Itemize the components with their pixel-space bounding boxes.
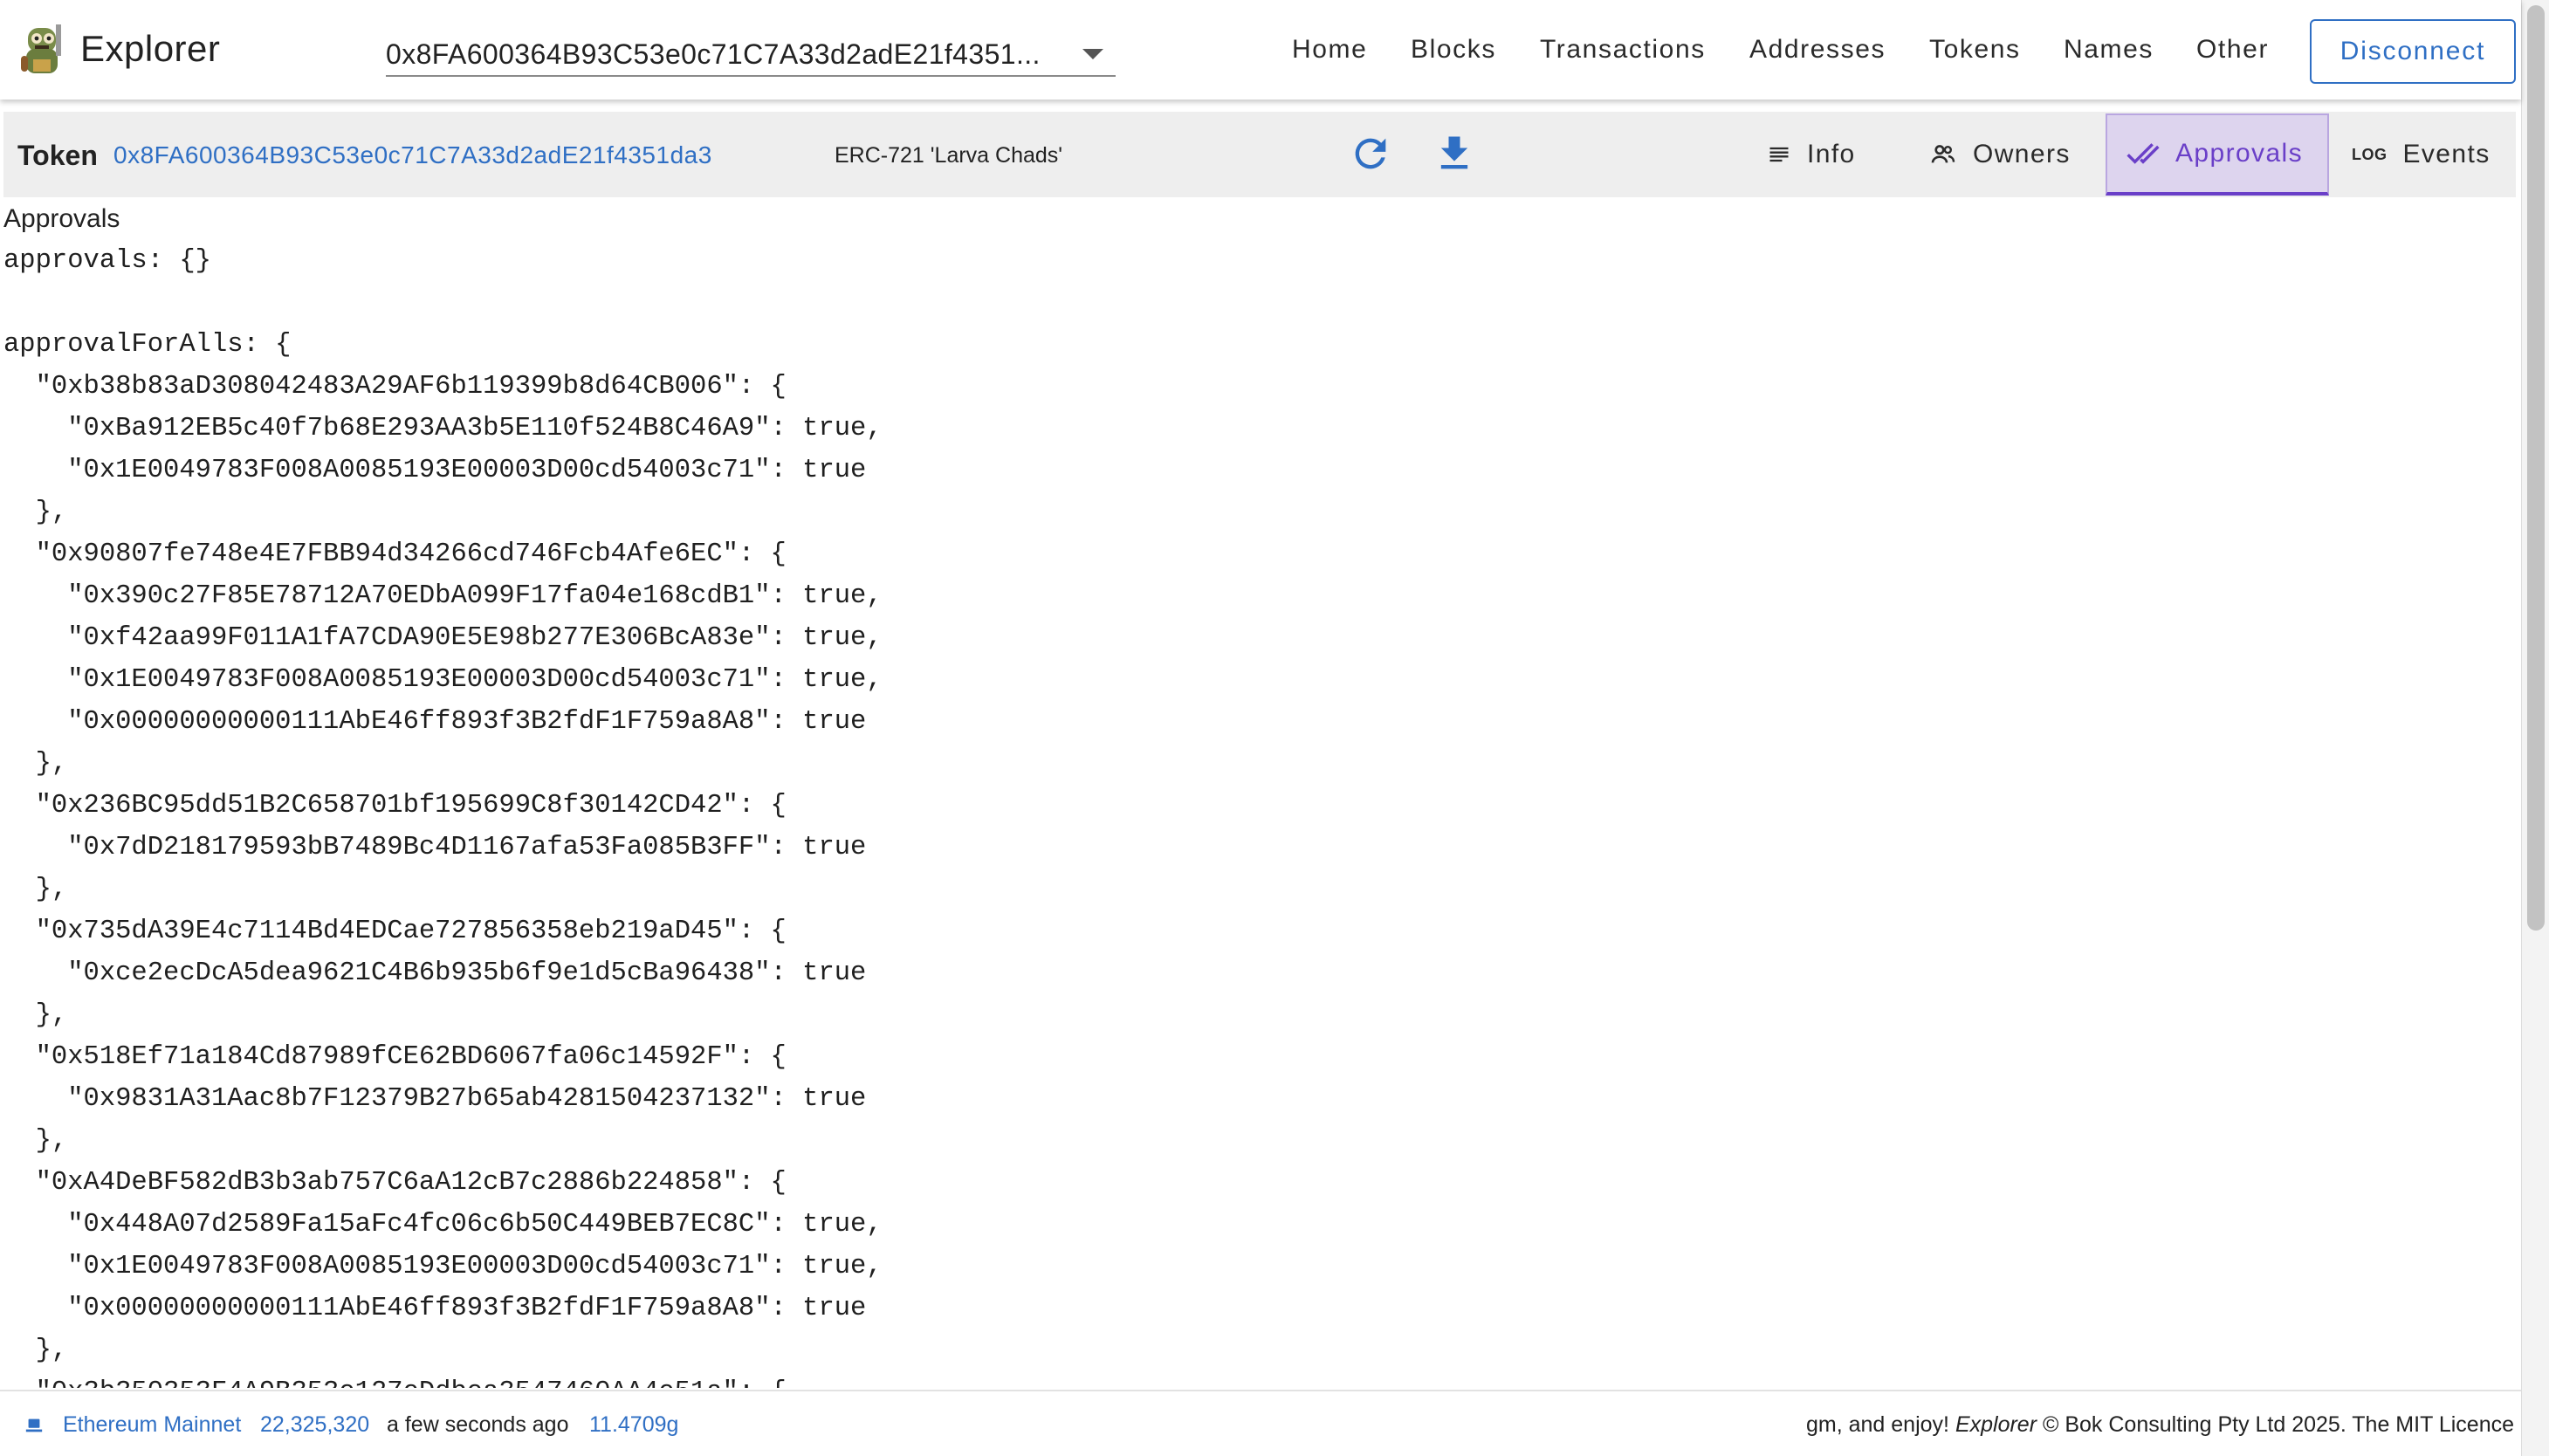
nav-home[interactable]: Home	[1292, 35, 1367, 65]
chevron-down-icon[interactable]	[1082, 49, 1103, 59]
gas-price-link[interactable]: 11.4709g	[589, 1412, 678, 1438]
nav-tokens[interactable]: Tokens	[1929, 35, 2021, 65]
page-scrollbar[interactable]	[2521, 0, 2549, 1456]
token-toolbar: Token 0x8FA600364B93C53e0c71C7A33d2adE21…	[3, 112, 2516, 197]
tab-approvals[interactable]: Approvals	[2106, 113, 2329, 196]
footer: Ethereum Mainnet 22,325,320 a few second…	[0, 1390, 2521, 1456]
computer-icon	[25, 1418, 43, 1432]
tagline-app: Explorer	[1955, 1412, 2037, 1437]
token-address-link[interactable]: 0x8FA600364B93C53e0c71C7A33d2adE21f4351d…	[113, 141, 712, 169]
list-icon	[1769, 147, 1789, 162]
token-label: Token	[17, 140, 98, 171]
tab-owners[interactable]: Owners	[1929, 113, 2104, 196]
approvals-json: approvals: {} approvalForAlls: { "0xb38b…	[3, 246, 883, 1388]
scrollbar-thumb[interactable]	[2527, 5, 2545, 931]
address-select[interactable]: 0x8FA600364B93C53e0c71C7A33d2adE21f4351.…	[386, 33, 1116, 77]
download-icon[interactable]	[1432, 131, 1477, 176]
tab-events[interactable]: LOG Events	[2352, 113, 2509, 196]
token-type: ERC-721 'Larva Chads'	[835, 143, 1063, 168]
logo-icon[interactable]	[17, 21, 66, 79]
tab-owners-label: Owners	[1973, 140, 2071, 168]
tab-info-label: Info	[1807, 140, 1856, 168]
nav-addresses[interactable]: Addresses	[1749, 35, 1886, 65]
disconnect-button[interactable]: Disconnect	[2310, 19, 2516, 84]
tab-info[interactable]: Info	[1767, 113, 1910, 196]
tab-events-label: Events	[2402, 140, 2491, 168]
app-title: Explorer	[80, 28, 221, 69]
log-icon: LOG	[2352, 145, 2388, 163]
section-title: Approvals	[3, 204, 120, 233]
nav-other[interactable]: Other	[2196, 35, 2269, 65]
refresh-icon[interactable]	[1348, 131, 1393, 176]
address-select-value: 0x8FA600364B93C53e0c71C7A33d2adE21f4351.…	[386, 38, 1041, 70]
tab-approvals-label: Approvals	[2175, 139, 2304, 168]
double-check-icon	[2126, 143, 2160, 164]
block-number-link[interactable]: 22,325,320	[260, 1412, 369, 1438]
nav-transactions[interactable]: Transactions	[1540, 35, 1706, 65]
block-time: a few seconds ago	[387, 1412, 569, 1437]
tagline-suffix: © Bok Consulting Pty Ltd 2025. The MIT L…	[2042, 1412, 2514, 1437]
nav-names[interactable]: Names	[2064, 35, 2154, 65]
app-bar: Explorer 0x8FA600364B93C53e0c71C7A33d2ad…	[0, 0, 2521, 100]
tagline-prefix: gm, and enjoy!	[1805, 1412, 1949, 1437]
network-link[interactable]: Ethereum Mainnet	[63, 1412, 241, 1438]
nav-blocks[interactable]: Blocks	[1411, 35, 1496, 65]
footer-tagline: gm, and enjoy! Explorer © Bok Consulting…	[1806, 1412, 2514, 1438]
people-icon	[1931, 145, 1955, 163]
